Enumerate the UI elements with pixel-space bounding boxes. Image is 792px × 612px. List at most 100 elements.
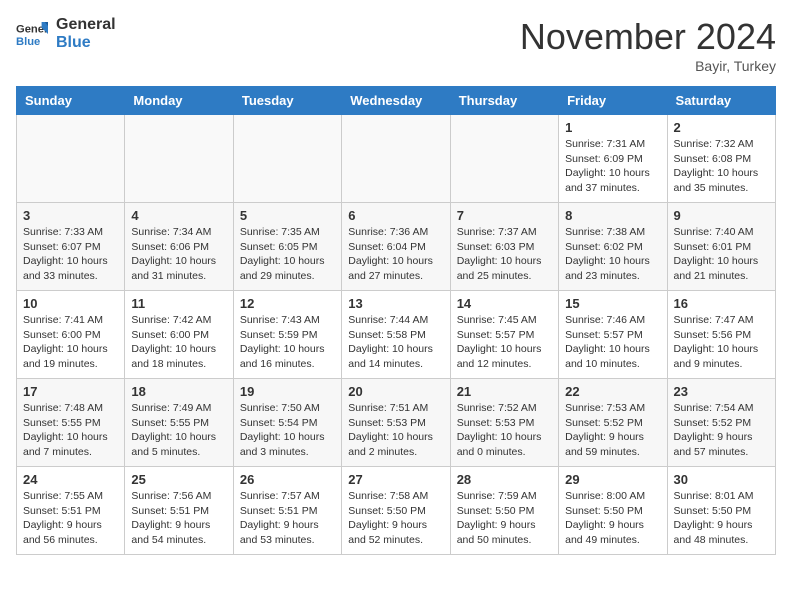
logo-icon: General Blue	[16, 18, 48, 50]
day-number: 24	[23, 472, 118, 487]
calendar-day-cell: 20Sunrise: 7:51 AM Sunset: 5:53 PM Dayli…	[342, 379, 450, 467]
day-info: Sunrise: 7:31 AM Sunset: 6:09 PM Dayligh…	[565, 137, 660, 196]
day-number: 7	[457, 208, 552, 223]
day-number: 17	[23, 384, 118, 399]
calendar-day-cell	[233, 115, 341, 203]
calendar-day-cell: 16Sunrise: 7:47 AM Sunset: 5:56 PM Dayli…	[667, 291, 775, 379]
calendar-week-row: 17 Sunrise: 7:48 AM Sunset: 5:55 PM Dayli…	[17, 379, 776, 467]
day-number: 15	[565, 296, 660, 311]
day-info: Sunrise: 7:35 AM Sunset: 6:05 PM Dayligh…	[240, 225, 335, 284]
day-info: Sunrise: 7:50 AM Sunset: 5:54 PM Dayligh…	[240, 401, 335, 460]
calendar-day-cell: 2Sunrise: 7:32 AM Sunset: 6:08 PM Daylig…	[667, 115, 775, 203]
calendar-week-row: 24Sunrise: 7:55 AM Sunset: 5:51 PM Dayli…	[17, 467, 776, 555]
calendar-day-cell: 12 Sunrise: 7:43 AM Sunset: 5:59 PM Dayli…	[233, 291, 341, 379]
day-number: 4	[131, 208, 226, 223]
calendar-day-cell: 25 Sunrise: 7:56 AM Sunset: 5:51 PM Dayli…	[125, 467, 233, 555]
day-info: Sunrise: 7:49 AM Sunset: 5:55 PM Dayligh…	[131, 401, 226, 460]
calendar-day-cell: 4 Sunrise: 7:34 AM Sunset: 6:06 PM Daylig…	[125, 203, 233, 291]
day-info: Sunrise: 7:43 AM Sunset: 5:59 PM Dayligh…	[240, 313, 335, 372]
day-info: Sunrise: 7:42 AM Sunset: 6:00 PM Dayligh…	[131, 313, 226, 372]
day-info: Sunrise: 7:37 AM Sunset: 6:03 PM Dayligh…	[457, 225, 552, 284]
day-info: Sunrise: 7:44 AM Sunset: 5:58 PM Dayligh…	[348, 313, 443, 372]
svg-text:Blue: Blue	[16, 36, 40, 48]
calendar-day-cell: 9Sunrise: 7:40 AM Sunset: 6:01 PM Daylig…	[667, 203, 775, 291]
day-number: 21	[457, 384, 552, 399]
calendar-day-cell: 6 Sunrise: 7:36 AM Sunset: 6:04 PM Daylig…	[342, 203, 450, 291]
calendar-day-cell: 19Sunrise: 7:50 AM Sunset: 5:54 PM Dayli…	[233, 379, 341, 467]
calendar-day-cell: 11 Sunrise: 7:42 AM Sunset: 6:00 PM Dayli…	[125, 291, 233, 379]
calendar-day-header: Thursday	[450, 87, 558, 115]
calendar-day-cell	[342, 115, 450, 203]
title-section: November 2024 Bayir, Turkey	[520, 16, 776, 74]
day-number: 5	[240, 208, 335, 223]
calendar-day-cell: 13 Sunrise: 7:44 AM Sunset: 5:58 PM Dayli…	[342, 291, 450, 379]
calendar-day-cell: 30 Sunrise: 8:01 AM Sunset: 5:50 PM Dayli…	[667, 467, 775, 555]
day-info: Sunrise: 7:53 AM Sunset: 5:52 PM Dayligh…	[565, 401, 660, 460]
day-number: 26	[240, 472, 335, 487]
calendar-day-header: Tuesday	[233, 87, 341, 115]
calendar-day-cell: 24Sunrise: 7:55 AM Sunset: 5:51 PM Dayli…	[17, 467, 125, 555]
day-info: Sunrise: 7:54 AM Sunset: 5:52 PM Dayligh…	[674, 401, 769, 460]
calendar-day-cell: 10 Sunrise: 7:41 AM Sunset: 6:00 PM Dayli…	[17, 291, 125, 379]
day-info: Sunrise: 7:34 AM Sunset: 6:06 PM Dayligh…	[131, 225, 226, 284]
day-info: Sunrise: 7:48 AM Sunset: 5:55 PM Dayligh…	[23, 401, 118, 460]
calendar-header-row: SundayMondayTuesdayWednesdayThursdayFrid…	[17, 87, 776, 115]
calendar-week-row: 3Sunrise: 7:33 AM Sunset: 6:07 PM Daylig…	[17, 203, 776, 291]
day-number: 16	[674, 296, 769, 311]
day-number: 23	[674, 384, 769, 399]
calendar-day-header: Sunday	[17, 87, 125, 115]
month-title: November 2024	[520, 16, 776, 58]
calendar-day-cell: 23 Sunrise: 7:54 AM Sunset: 5:52 PM Dayli…	[667, 379, 775, 467]
calendar-day-cell: 7 Sunrise: 7:37 AM Sunset: 6:03 PM Daylig…	[450, 203, 558, 291]
calendar-day-header: Monday	[125, 87, 233, 115]
day-number: 6	[348, 208, 443, 223]
calendar-day-cell: 8 Sunrise: 7:38 AM Sunset: 6:02 PM Daylig…	[559, 203, 667, 291]
logo-blue: Blue	[56, 34, 116, 52]
day-number: 10	[23, 296, 118, 311]
calendar-day-cell: 18 Sunrise: 7:49 AM Sunset: 5:55 PM Dayli…	[125, 379, 233, 467]
day-number: 13	[348, 296, 443, 311]
calendar-day-cell: 3Sunrise: 7:33 AM Sunset: 6:07 PM Daylig…	[17, 203, 125, 291]
day-info: Sunrise: 8:01 AM Sunset: 5:50 PM Dayligh…	[674, 489, 769, 548]
calendar-day-cell: 28Sunrise: 7:59 AM Sunset: 5:50 PM Dayli…	[450, 467, 558, 555]
page-header: General Blue General Blue November 2024 …	[16, 16, 776, 74]
calendar-day-cell: 29Sunrise: 8:00 AM Sunset: 5:50 PM Dayli…	[559, 467, 667, 555]
calendar-table: SundayMondayTuesdayWednesdayThursdayFrid…	[16, 86, 776, 555]
day-info: Sunrise: 7:33 AM Sunset: 6:07 PM Dayligh…	[23, 225, 118, 284]
day-number: 27	[348, 472, 443, 487]
day-number: 25	[131, 472, 226, 487]
day-number: 29	[565, 472, 660, 487]
calendar-day-cell: 22 Sunrise: 7:53 AM Sunset: 5:52 PM Dayli…	[559, 379, 667, 467]
calendar-day-cell	[17, 115, 125, 203]
day-info: Sunrise: 7:36 AM Sunset: 6:04 PM Dayligh…	[348, 225, 443, 284]
day-number: 14	[457, 296, 552, 311]
day-number: 18	[131, 384, 226, 399]
day-info: Sunrise: 7:56 AM Sunset: 5:51 PM Dayligh…	[131, 489, 226, 548]
day-info: Sunrise: 7:57 AM Sunset: 5:51 PM Dayligh…	[240, 489, 335, 548]
calendar-day-header: Friday	[559, 87, 667, 115]
day-number: 22	[565, 384, 660, 399]
calendar-day-cell: 15 Sunrise: 7:46 AM Sunset: 5:57 PM Dayli…	[559, 291, 667, 379]
logo-general: General	[56, 16, 116, 34]
day-info: Sunrise: 7:38 AM Sunset: 6:02 PM Dayligh…	[565, 225, 660, 284]
calendar-day-cell	[450, 115, 558, 203]
day-number: 11	[131, 296, 226, 311]
day-info: Sunrise: 7:59 AM Sunset: 5:50 PM Dayligh…	[457, 489, 552, 548]
calendar-day-cell: 17 Sunrise: 7:48 AM Sunset: 5:55 PM Dayli…	[17, 379, 125, 467]
day-number: 2	[674, 120, 769, 135]
day-info: Sunrise: 7:45 AM Sunset: 5:57 PM Dayligh…	[457, 313, 552, 372]
calendar-week-row: 10 Sunrise: 7:41 AM Sunset: 6:00 PM Dayli…	[17, 291, 776, 379]
location: Bayir, Turkey	[520, 58, 776, 74]
day-number: 30	[674, 472, 769, 487]
day-number: 1	[565, 120, 660, 135]
day-info: Sunrise: 7:52 AM Sunset: 5:53 PM Dayligh…	[457, 401, 552, 460]
day-info: Sunrise: 7:41 AM Sunset: 6:00 PM Dayligh…	[23, 313, 118, 372]
calendar-day-cell: 27 Sunrise: 7:58 AM Sunset: 5:50 PM Dayli…	[342, 467, 450, 555]
calendar-day-cell	[125, 115, 233, 203]
day-info: Sunrise: 7:58 AM Sunset: 5:50 PM Dayligh…	[348, 489, 443, 548]
calendar-day-cell: 26 Sunrise: 7:57 AM Sunset: 5:51 PM Dayli…	[233, 467, 341, 555]
day-number: 8	[565, 208, 660, 223]
day-number: 12	[240, 296, 335, 311]
calendar-week-row: 1 Sunrise: 7:31 AM Sunset: 6:09 PM Daylig…	[17, 115, 776, 203]
day-info: Sunrise: 7:46 AM Sunset: 5:57 PM Dayligh…	[565, 313, 660, 372]
